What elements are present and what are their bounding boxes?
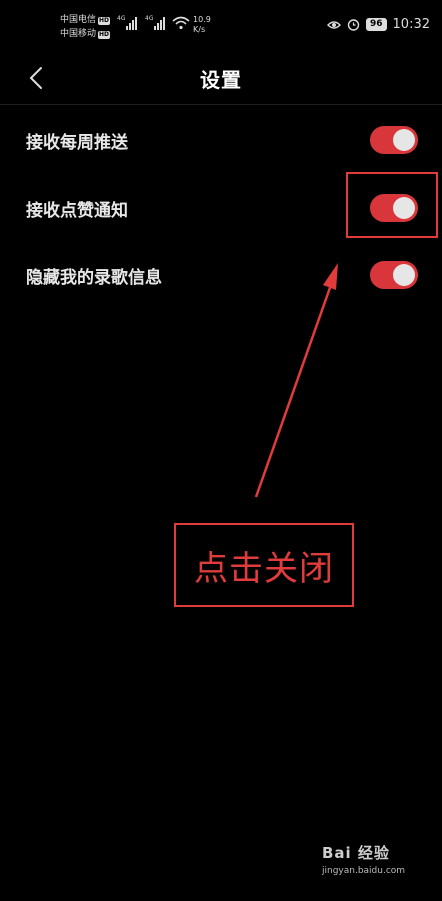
watermark-url: jingyan.baidu.com bbox=[322, 866, 406, 876]
watermark-logo-text: Bai 经验 bbox=[322, 844, 390, 862]
annotation-box: 点击关闭 bbox=[174, 523, 354, 607]
arrow-icon bbox=[254, 263, 338, 498]
annotation-text: 点击关闭 bbox=[194, 548, 334, 589]
watermark: Bai 经验 jingyan.baidu.com bbox=[322, 842, 422, 876]
baidu-logo: Bai 经验 bbox=[322, 842, 422, 863]
